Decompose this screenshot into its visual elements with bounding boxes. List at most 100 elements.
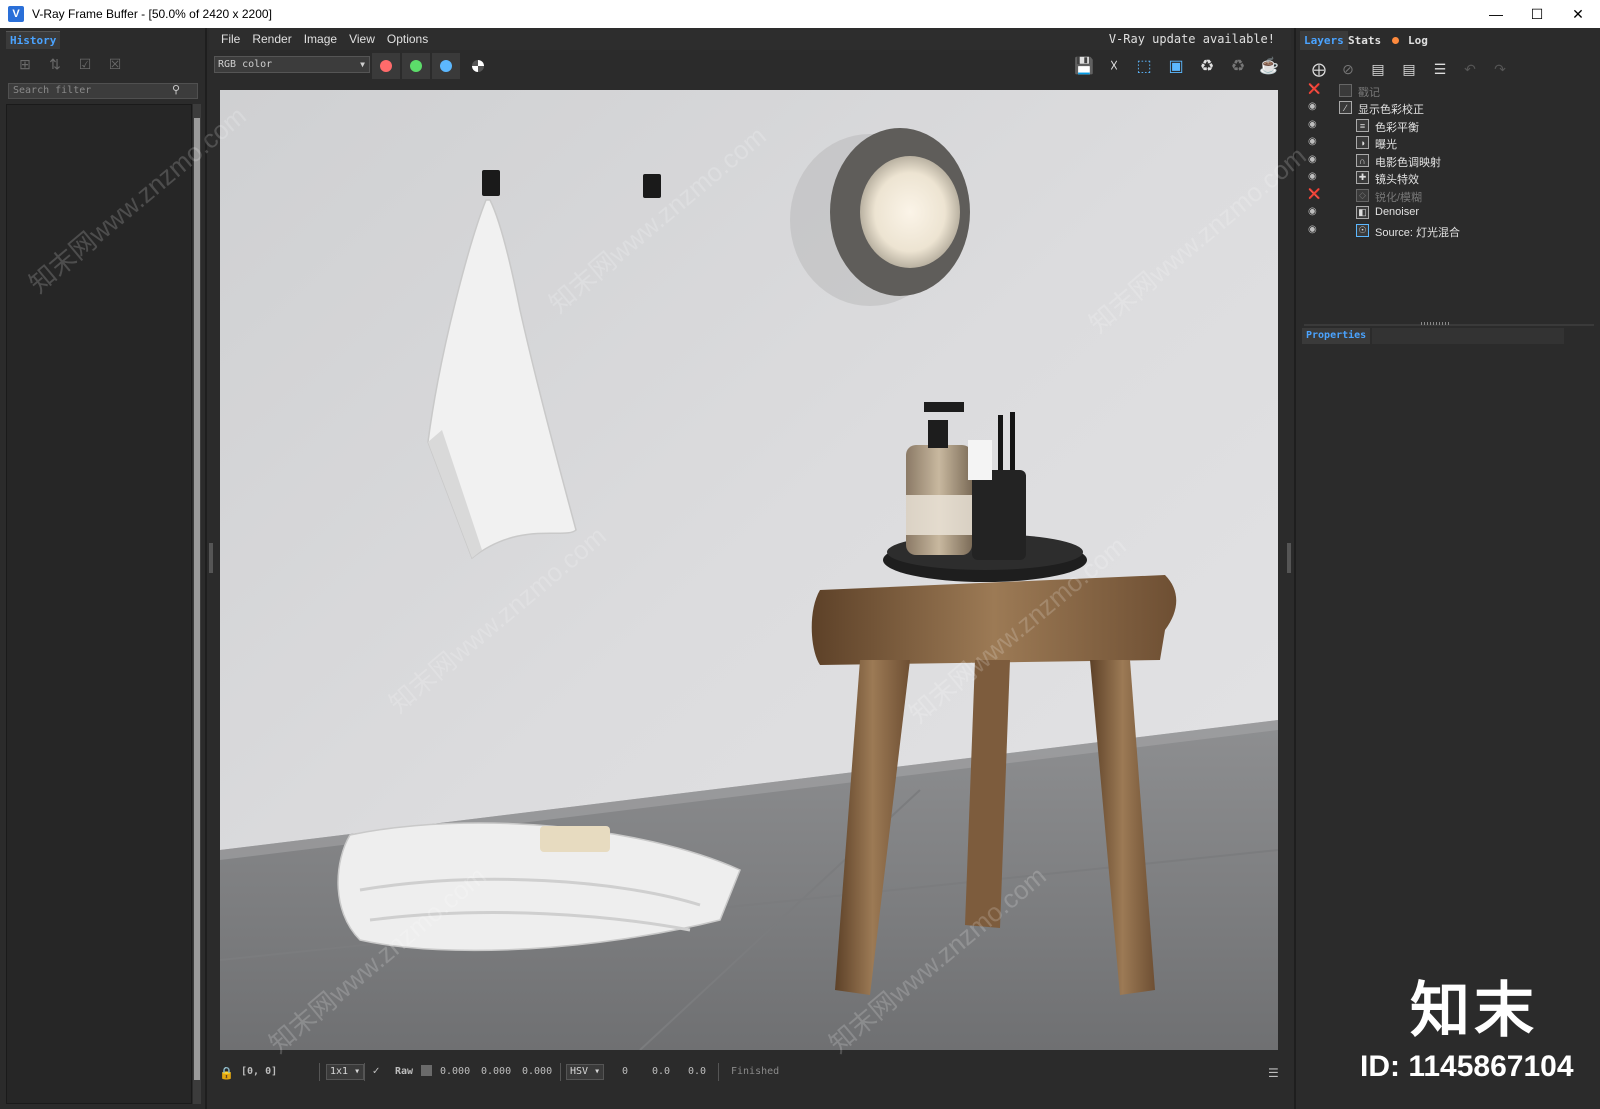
update-notice[interactable]: V-Ray update available! <box>1109 32 1275 46</box>
menu-file[interactable]: File <box>221 32 240 46</box>
save-image-icon[interactable]: 💾 <box>1071 55 1097 77</box>
channel-select[interactable]: RGB color ▼ <box>214 56 370 73</box>
layer-label: 显示色彩校正 <box>1358 104 1424 116</box>
minimize-icon[interactable]: — <box>1476 0 1516 28</box>
color-space-value: HSV <box>570 1066 589 1077</box>
color-swatch <box>421 1065 432 1076</box>
r-value: 0.000 <box>440 1066 471 1077</box>
track-mouse-icon[interactable]: ▣ <box>1163 55 1189 77</box>
stamp-icon <box>1339 84 1352 97</box>
chevron-down-icon: ▼ <box>360 60 365 69</box>
eye-icon[interactable]: ◉ <box>1308 224 1317 235</box>
frame-buffer-area: File Render Image View Options V-Ray upd… <box>209 28 1291 1109</box>
layer-row[interactable]: ◉ ≡ 色彩平衡 <box>1304 117 1594 134</box>
layer-row[interactable]: ◉ ✚ 镜头特效 <box>1304 169 1594 186</box>
denoiser-icon: ◧ <box>1356 206 1369 219</box>
tab-log[interactable]: Log <box>1404 31 1432 50</box>
layer-row[interactable]: ❌ 戳记 <box>1304 82 1594 99</box>
tone-mapping-icon: ∩ <box>1356 154 1369 167</box>
history-panel: History ⊞ ⇅ ☑ ☒ Search filter ⚲ <box>0 28 207 1109</box>
color-space-select[interactable]: HSV ▾ <box>566 1064 605 1080</box>
eye-icon[interactable]: ◉ <box>1308 119 1317 130</box>
load-layers-icon[interactable]: ▤ <box>1398 59 1420 79</box>
history-save-icon[interactable]: ⊞ <box>14 54 36 74</box>
layer-row[interactable]: ◉ ☉ Source: 灯光混合 <box>1304 222 1594 239</box>
sharpen-icon: ◇ <box>1356 189 1369 202</box>
history-scrollbar[interactable] <box>193 104 201 1104</box>
alpha-channel-button[interactable] <box>464 53 492 79</box>
splitter-grip[interactable] <box>1421 322 1449 325</box>
menu-render[interactable]: Render <box>252 32 291 46</box>
menu-view[interactable]: View <box>349 32 375 46</box>
history-tab[interactable]: History <box>6 31 61 49</box>
history-search-input[interactable]: Search filter <box>8 83 198 99</box>
layer-row[interactable]: ❌ ◇ 锐化/模糊 <box>1304 187 1594 204</box>
pixel-coords: [0, 0] <box>241 1066 278 1077</box>
undo-icon[interactable]: ↶ <box>1459 59 1481 79</box>
menu-options[interactable]: Options <box>387 32 428 46</box>
render-interactive-icon[interactable]: ♻ <box>1194 55 1220 77</box>
eye-icon[interactable]: ◉ <box>1308 101 1317 112</box>
properties-tab[interactable]: Properties <box>1302 328 1371 344</box>
v-value: 0.0 <box>688 1066 707 1077</box>
eye-icon[interactable]: ◉ <box>1308 171 1317 182</box>
history-remove-icon[interactable]: ☒ <box>104 54 126 74</box>
separator <box>560 1063 561 1081</box>
add-layer-icon[interactable]: ⨁ <box>1308 59 1330 79</box>
save-layers-icon[interactable]: ▤ <box>1367 59 1389 79</box>
log-toggle-icon[interactable]: ☰ <box>1268 1066 1279 1080</box>
title-bar: V V-Ray Frame Buffer - [50.0% of 2420 x … <box>0 0 1600 28</box>
log-status-dot <box>1392 37 1399 44</box>
history-load-icon[interactable]: ☑ <box>74 54 96 74</box>
color-picker-icon[interactable]: ✓ <box>372 1066 380 1077</box>
layer-row[interactable]: ◉ ◧ Denoiser <box>1304 204 1594 221</box>
layer-row[interactable]: ◉ ◑ 曝光 <box>1304 134 1594 151</box>
zoom-select[interactable]: 1x1 ▾ <box>326 1064 365 1080</box>
lock-icon[interactable]: 🔒 <box>219 1066 234 1080</box>
search-icon[interactable]: ⚲ <box>172 83 180 96</box>
separator <box>364 1063 365 1081</box>
visibility-off-icon[interactable]: ❌ <box>1308 84 1320 95</box>
b-value: 0.000 <box>522 1066 553 1077</box>
left-panel-handle[interactable] <box>209 543 213 573</box>
maximize-icon[interactable]: ☐ <box>1517 0 1557 28</box>
presets-icon[interactable]: ☰ <box>1429 59 1451 79</box>
region-render-icon[interactable]: ⬚ <box>1131 55 1157 77</box>
lens-effects-icon: ✚ <box>1356 171 1369 184</box>
close-icon[interactable]: ✕ <box>1558 0 1598 28</box>
history-list[interactable] <box>6 104 192 1104</box>
delete-layer-icon[interactable]: ⊘ <box>1337 59 1359 79</box>
layer-row[interactable]: ◉ ∩ 电影色调映射 <box>1304 152 1594 169</box>
layer-row[interactable]: ◉ ∕ 显示色彩校正 <box>1304 99 1594 116</box>
tab-layers[interactable]: Layers <box>1300 31 1348 50</box>
eye-icon[interactable]: ◉ <box>1308 136 1317 147</box>
zoom-value: 1x1 <box>330 1066 349 1077</box>
right-panel-handle[interactable] <box>1287 543 1291 573</box>
eye-icon[interactable]: ◉ <box>1308 206 1317 217</box>
panel-splitter[interactable] <box>1304 324 1594 326</box>
menu-image[interactable]: Image <box>304 32 337 46</box>
render-icon[interactable]: ☕ <box>1256 55 1282 77</box>
layers-tree: ❌ 戳记 ◉ ∕ 显示色彩校正 ◉ ≡ 色彩平衡 ◉ ◑ 曝光 ◉ ∩ 电影色调… <box>1304 82 1594 322</box>
exposure-icon: ◑ <box>1356 136 1369 149</box>
history-ab-icon[interactable]: ⇅ <box>44 54 66 74</box>
render-status: Finished <box>731 1066 780 1077</box>
color-balance-icon: ≡ <box>1356 119 1369 132</box>
separator <box>319 1063 320 1081</box>
eye-icon[interactable]: ◉ <box>1308 154 1317 165</box>
window-title: V-Ray Frame Buffer - [50.0% of 2420 x 22… <box>32 7 272 21</box>
toolbar: RGB color ▼ 💾 ☓ ⬚ ▣ ♻ ♻ ☕ <box>209 51 1291 81</box>
raw-mode-label[interactable]: Raw <box>395 1066 413 1077</box>
h-value: 0 <box>622 1066 629 1077</box>
layer-label: Source: 灯光混合 <box>1375 227 1460 239</box>
visibility-off-icon[interactable]: ❌ <box>1308 189 1320 200</box>
green-channel-button[interactable] <box>402 53 430 79</box>
red-channel-button[interactable] <box>372 53 400 79</box>
layer-label: 电影色调映射 <box>1375 157 1441 169</box>
redo-icon[interactable]: ↷ <box>1489 59 1511 79</box>
render-canvas[interactable] <box>220 90 1278 1050</box>
clear-image-icon[interactable]: ☓ <box>1101 55 1127 77</box>
stop-render-icon[interactable]: ♻ <box>1225 55 1251 77</box>
blue-channel-button[interactable] <box>432 53 460 79</box>
tab-stats[interactable]: Stats <box>1344 31 1385 50</box>
